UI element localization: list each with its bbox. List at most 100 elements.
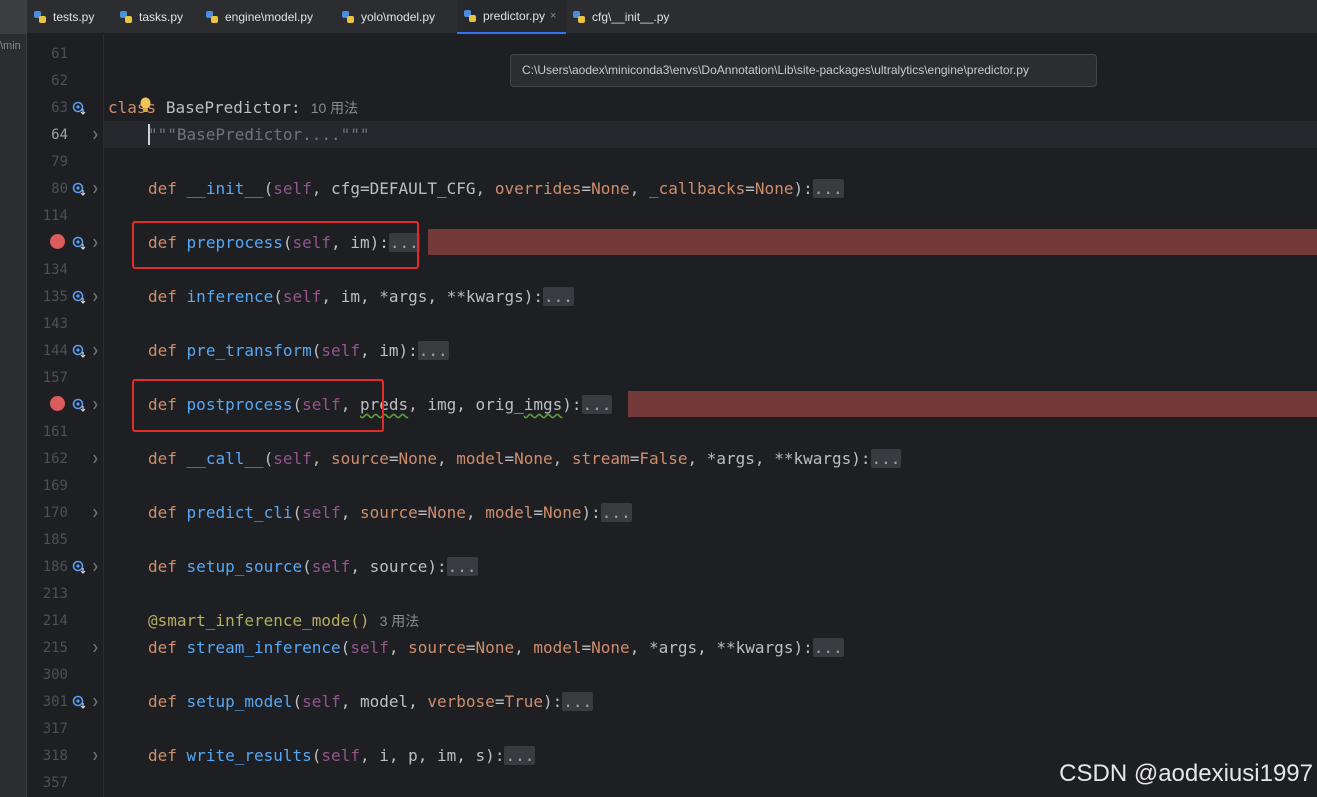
tab-yolo-model-py[interactable]: yolo\model.py bbox=[335, 0, 457, 34]
tab-label: yolo\model.py bbox=[361, 10, 436, 24]
line-number: 144 bbox=[42, 343, 68, 359]
folded-body[interactable]: ... bbox=[812, 179, 844, 198]
line-number: 169 bbox=[42, 478, 68, 494]
tab-engine-model-py[interactable]: engine\model.py bbox=[199, 0, 335, 34]
function-name: write_results bbox=[186, 746, 312, 765]
folded-body[interactable]: ... bbox=[581, 395, 613, 414]
line-number: 185 bbox=[42, 532, 68, 548]
tab-tests-py[interactable]: tests.py bbox=[27, 0, 113, 34]
folded-body[interactable]: ... bbox=[446, 557, 478, 576]
line-number: 63 bbox=[51, 100, 68, 116]
breakpoint-icon[interactable] bbox=[50, 396, 65, 411]
function-name: __call__ bbox=[186, 449, 264, 468]
code-line-stream-inference: def stream_inference(self, source=None, … bbox=[148, 638, 844, 657]
folded-body[interactable]: ... bbox=[417, 341, 449, 360]
path-fragment: \min bbox=[0, 40, 21, 52]
breakpoint-icon[interactable] bbox=[50, 234, 65, 249]
keyword: def bbox=[148, 746, 177, 765]
tab-predictor-py[interactable]: predictor.py × bbox=[457, 0, 566, 34]
annotation-box-preprocess bbox=[132, 221, 419, 269]
fold-chevron-icon[interactable]: ❯ bbox=[92, 557, 99, 577]
keyword: def bbox=[148, 341, 177, 360]
tab-label: engine\model.py bbox=[225, 10, 314, 24]
line-number: 135 bbox=[42, 289, 68, 305]
lightbulb-icon[interactable] bbox=[139, 97, 152, 114]
folded-docstring[interactable]: """BasePredictor....""" bbox=[148, 125, 370, 144]
fold-chevron-icon[interactable]: ❯ bbox=[92, 692, 99, 712]
code-line-call: def __call__(self, source=None, model=No… bbox=[148, 449, 902, 468]
code-line-pre-transform: def pre_transform(self, im):... bbox=[148, 341, 449, 360]
close-tab-icon[interactable]: × bbox=[550, 10, 556, 22]
tab-cfg-init-py[interactable]: cfg\__init__.py bbox=[566, 0, 686, 34]
fold-chevron-icon[interactable]: ❯ bbox=[92, 179, 99, 199]
code-line-decorator: @smart_inference_mode() 3 用法 bbox=[148, 607, 419, 634]
line-number: 157 bbox=[42, 370, 68, 386]
line-number: 79 bbox=[51, 154, 68, 170]
fold-chevron-icon[interactable]: ❯ bbox=[92, 503, 99, 523]
overridden-method-icon[interactable] bbox=[72, 695, 86, 709]
code-line-setup-source: def setup_source(self, source):... bbox=[148, 557, 478, 576]
folded-body[interactable]: ... bbox=[562, 692, 594, 711]
usage-hint[interactable]: 10 用法 bbox=[311, 100, 358, 116]
line-number: 317 bbox=[42, 721, 68, 737]
keyword: def bbox=[148, 503, 177, 522]
overridden-method-icon[interactable] bbox=[72, 290, 86, 304]
code-line-inference: def inference(self, im, *args, **kwargs)… bbox=[148, 287, 574, 306]
python-file-icon bbox=[120, 11, 132, 23]
line-number: 162 bbox=[42, 451, 68, 467]
code-line-write-results: def write_results(self, i, p, im, s):... bbox=[148, 746, 536, 765]
keyword: def bbox=[148, 557, 177, 576]
self-param: self bbox=[273, 449, 312, 468]
fold-chevron-icon[interactable]: ❯ bbox=[92, 287, 99, 307]
tab-bar-left-stub bbox=[0, 0, 27, 34]
python-file-icon bbox=[464, 10, 476, 22]
self-param: self bbox=[273, 179, 312, 198]
line-number-current: 64 bbox=[51, 127, 68, 143]
folded-body[interactable]: ... bbox=[542, 287, 574, 306]
decorator: @smart_inference_mode() bbox=[148, 611, 370, 630]
fold-chevron-icon[interactable]: ❯ bbox=[92, 638, 99, 658]
overridden-method-icon[interactable] bbox=[72, 101, 86, 115]
python-file-icon bbox=[34, 11, 46, 23]
fold-chevron-icon[interactable]: ❯ bbox=[92, 746, 99, 766]
self-param: self bbox=[302, 503, 341, 522]
fold-chevron-icon[interactable]: ❯ bbox=[92, 341, 99, 361]
self-param: self bbox=[302, 692, 341, 711]
self-param: self bbox=[350, 638, 389, 657]
keyword: def bbox=[148, 287, 177, 306]
overridden-method-icon[interactable] bbox=[72, 182, 86, 196]
folded-body[interactable]: ... bbox=[870, 449, 902, 468]
line-number: 143 bbox=[42, 316, 68, 332]
colon: : bbox=[291, 98, 301, 117]
line-number-gutter: 61 62 63 64 79 80 114 134 135 143 144 15… bbox=[28, 34, 104, 797]
fold-chevron-icon[interactable]: ❯ bbox=[92, 449, 99, 469]
code-line-predict-cli: def predict_cli(self, source=None, model… bbox=[148, 503, 632, 522]
overridden-method-icon[interactable] bbox=[72, 398, 86, 412]
keyword: def bbox=[148, 449, 177, 468]
tab-tasks-py[interactable]: tasks.py bbox=[113, 0, 199, 34]
tab-label: tasks.py bbox=[139, 10, 184, 24]
line-number: 300 bbox=[42, 667, 68, 683]
folded-body[interactable]: ... bbox=[504, 746, 536, 765]
usage-hint[interactable]: 3 用法 bbox=[380, 613, 420, 629]
watermark: CSDN @aodexiusi1997 bbox=[1059, 760, 1313, 787]
overridden-method-icon[interactable] bbox=[72, 236, 86, 250]
class-name: BasePredictor bbox=[165, 98, 292, 117]
file-path-tooltip: C:\Users\aodex\miniconda3\envs\DoAnnotat… bbox=[510, 54, 1097, 87]
self-param: self bbox=[321, 341, 360, 360]
python-file-icon bbox=[342, 11, 354, 23]
folded-body[interactable]: ... bbox=[600, 503, 632, 522]
function-name: pre_transform bbox=[186, 341, 312, 360]
overridden-method-icon[interactable] bbox=[72, 344, 86, 358]
fold-chevron-icon[interactable]: ❯ bbox=[92, 233, 99, 253]
line-number: 318 bbox=[42, 748, 68, 764]
code-line-setup-model: def setup_model(self, model, verbose=Tru… bbox=[148, 692, 594, 711]
folded-body[interactable]: ... bbox=[812, 638, 844, 657]
overridden-method-icon[interactable] bbox=[72, 560, 86, 574]
fold-chevron-icon[interactable]: ❯ bbox=[92, 395, 99, 415]
line-number: 301 bbox=[42, 694, 68, 710]
self-param: self bbox=[321, 746, 360, 765]
fold-chevron-icon[interactable]: ❯ bbox=[92, 125, 99, 145]
line-number: 357 bbox=[42, 775, 68, 791]
left-tool-strip: \min bbox=[0, 34, 27, 797]
